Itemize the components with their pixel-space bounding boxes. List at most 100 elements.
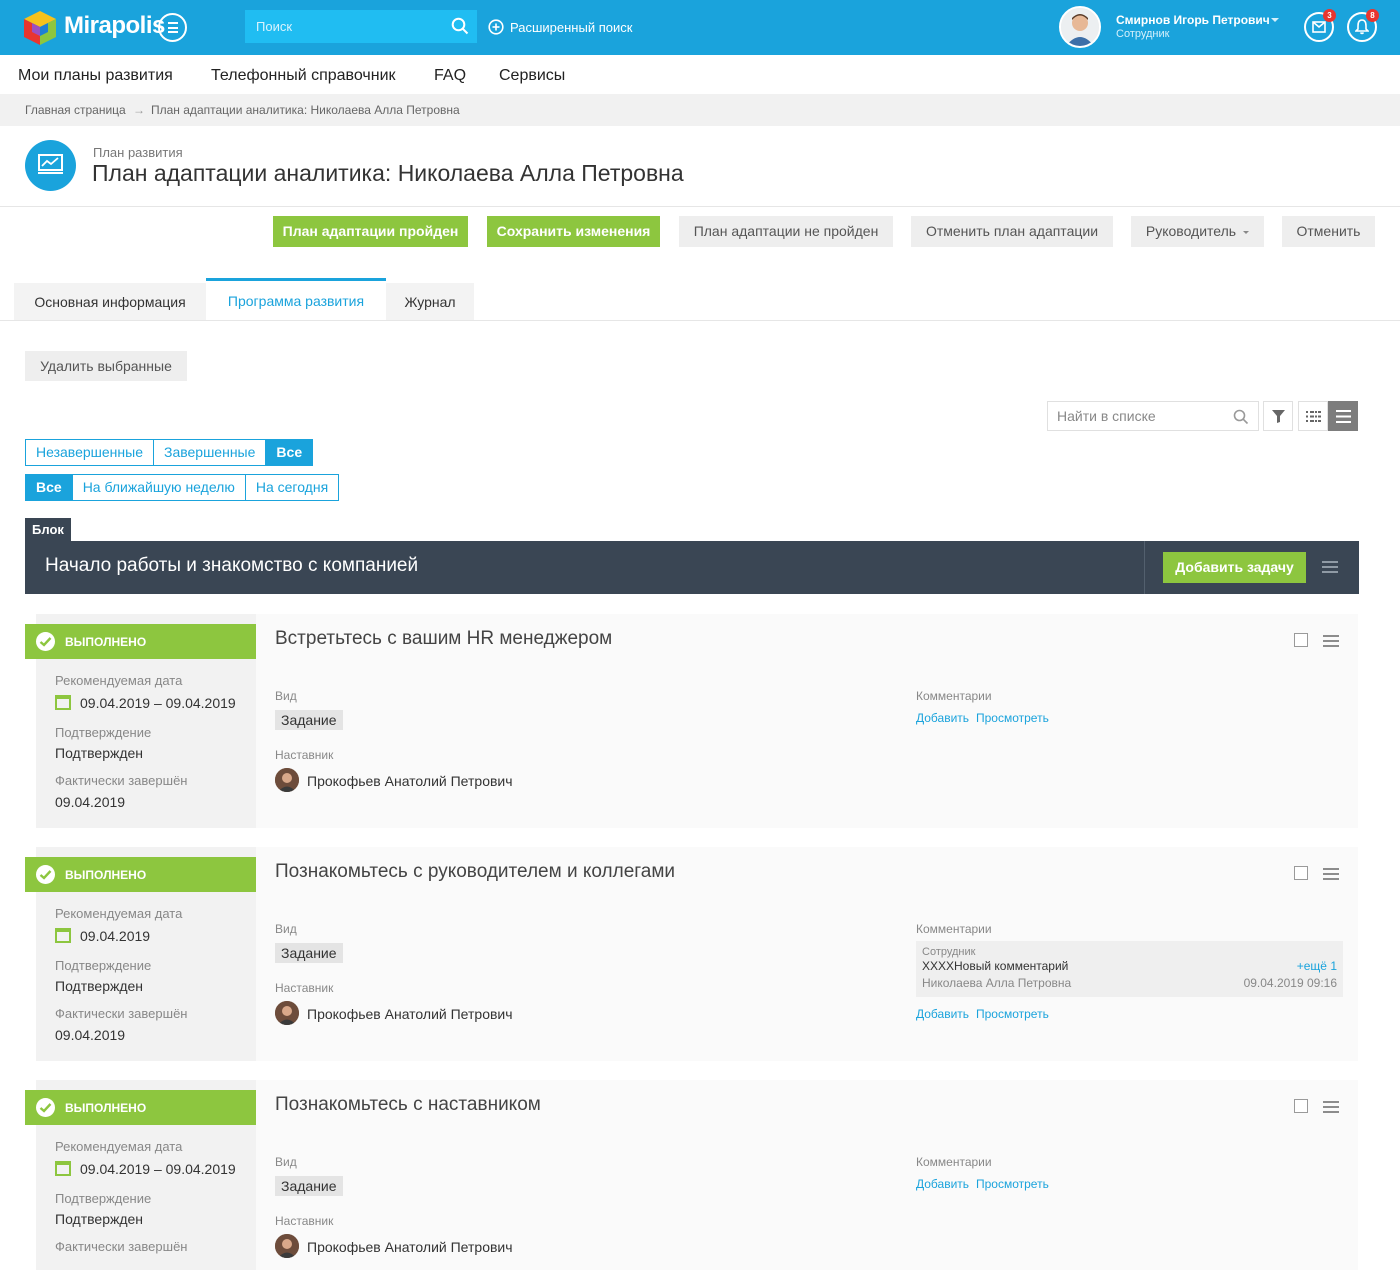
user-avatar[interactable] xyxy=(1059,6,1101,48)
kind-label: Вид xyxy=(275,689,297,703)
kind-tag: Задание xyxy=(275,943,343,963)
actual-finish-value: 09.04.2019 xyxy=(55,1027,126,1043)
kind-label: Вид xyxy=(275,1155,297,1169)
search-icon[interactable] xyxy=(451,17,469,35)
mentor-label: Наставник xyxy=(275,1214,334,1228)
list-search-input[interactable] xyxy=(1048,402,1228,430)
comments-label: Комментарии xyxy=(916,922,992,936)
more-comments-link[interactable]: +ещё 1 xyxy=(1297,959,1337,973)
comments-label: Комментарии xyxy=(916,689,992,703)
status-badge: ВЫПОЛНЕНО xyxy=(25,857,256,892)
check-icon xyxy=(36,1098,55,1117)
task-checkbox[interactable] xyxy=(1294,633,1308,647)
view-comments-link[interactable]: Просмотреть xyxy=(976,1007,1049,1021)
task-menu-icon[interactable] xyxy=(1323,868,1339,880)
logo-text[interactable]: Mirapolis xyxy=(64,12,165,40)
tab-development-program[interactable]: Программа развития xyxy=(206,278,386,321)
delete-selected-button[interactable]: Удалить выбранные xyxy=(25,351,187,381)
actual-finish-label: Фактически завершён xyxy=(55,1006,188,1021)
save-changes-button[interactable]: Сохранить изменения xyxy=(487,216,660,247)
actual-finish-label: Фактически завершён xyxy=(55,1239,188,1254)
confirmation-value: Подтвержден xyxy=(55,745,144,761)
caret-down-icon xyxy=(1243,230,1250,234)
list-details-icon xyxy=(1306,411,1321,422)
filter-all-status[interactable]: Все xyxy=(266,440,313,465)
list-view-button[interactable] xyxy=(1328,401,1358,431)
manager-dropdown-button[interactable]: Руководитель xyxy=(1131,216,1264,247)
nav-item-faq[interactable]: FAQ xyxy=(434,67,466,85)
plan-not-passed-button[interactable]: План адаптации не пройден xyxy=(679,216,893,247)
global-search-input[interactable] xyxy=(245,10,445,43)
bell-icon xyxy=(1355,19,1369,35)
user-name[interactable]: Смирнов Игорь Петрович xyxy=(1116,13,1270,27)
comment-author: Николаева Алла Петровна xyxy=(922,976,1072,990)
main-menu-button[interactable] xyxy=(158,13,187,42)
nav-item-services[interactable]: Сервисы xyxy=(499,67,565,85)
messages-badge: 3 xyxy=(1323,9,1336,22)
page-title: План адаптации аналитика: Николаева Алла… xyxy=(92,160,684,186)
filter-next-week[interactable]: На ближайшую неделю xyxy=(72,475,246,500)
block-header: Начало работы и знакомство с компанией Д… xyxy=(25,541,1359,594)
task-card: ВЫПОЛНЕНО Рекомендуемая дата 09.04.2019 … xyxy=(25,614,1358,828)
block-title: Начало работы и знакомство с компанией xyxy=(45,555,419,576)
add-comment-link[interactable]: Добавить xyxy=(916,1177,969,1191)
header-divider xyxy=(0,206,1400,207)
nav-item-phone-book[interactable]: Телефонный справочник xyxy=(211,67,396,85)
breadcrumb: Главная страница → План адаптации аналит… xyxy=(0,94,1400,126)
plan-passed-button[interactable]: План адаптации пройден xyxy=(273,216,468,247)
nav-item-my-plans[interactable]: Мои планы развития xyxy=(18,67,173,85)
messages-button[interactable]: 3 xyxy=(1304,9,1336,42)
user-role: Сотрудник xyxy=(1116,28,1170,40)
mirapolis-logo-icon[interactable] xyxy=(22,9,58,47)
tile-view-button[interactable] xyxy=(1298,401,1328,431)
filter-all-period[interactable]: Все xyxy=(26,475,73,500)
recommended-date-label: Рекомендуемая дата xyxy=(55,1139,183,1154)
task-checkbox[interactable] xyxy=(1294,1099,1308,1113)
chevron-down-icon[interactable] xyxy=(1271,18,1279,22)
advanced-search-link[interactable]: Расширенный поиск xyxy=(488,17,632,37)
period-filter: Все На ближайшую неделю На сегодня xyxy=(25,474,340,501)
mentor-label: Наставник xyxy=(275,981,334,995)
comment-datetime: 09.04.2019 09:16 xyxy=(1243,976,1337,990)
page-subtitle: План развития xyxy=(93,145,183,160)
status-badge: ВЫПОЛНЕНО xyxy=(25,624,256,659)
global-search xyxy=(245,10,477,43)
view-comments-link[interactable]: Просмотреть xyxy=(976,711,1049,725)
task-title[interactable]: Встретьтесь с вашим HR менеджером xyxy=(275,628,612,650)
add-task-button[interactable]: Добавить задачу xyxy=(1163,552,1306,583)
actual-finish-label: Фактически завершён xyxy=(55,773,188,788)
task-menu-icon[interactable] xyxy=(1323,635,1339,647)
mentor-name: Прокофьев Анатолий Петрович xyxy=(307,773,513,789)
add-comment-link[interactable]: Добавить xyxy=(916,711,969,725)
recommended-date-label: Рекомендуемая дата xyxy=(55,673,183,688)
confirmation-label: Подтверждение xyxy=(55,1191,152,1206)
breadcrumb-separator: → xyxy=(133,103,145,117)
tab-main-info[interactable]: Основная информация xyxy=(14,283,206,321)
actual-finish-value: 09.04.2019 xyxy=(55,794,126,810)
task-title[interactable]: Познакомьтесь с руководителем и коллегам… xyxy=(275,861,675,883)
list-search xyxy=(1047,401,1259,431)
recommended-date-value: 09.04.2019 – 09.04.2019 xyxy=(80,1161,236,1177)
view-comments-link[interactable]: Просмотреть xyxy=(976,1177,1049,1191)
manager-dropdown-label: Руководитель xyxy=(1145,223,1237,239)
filter-complete[interactable]: Завершенные xyxy=(153,440,267,465)
task-menu-icon[interactable] xyxy=(1323,1101,1339,1113)
cancel-plan-button[interactable]: Отменить план адаптации xyxy=(911,216,1113,247)
add-comment-link[interactable]: Добавить xyxy=(916,1007,969,1021)
filter-today[interactable]: На сегодня xyxy=(245,475,339,500)
recommended-date-label: Рекомендуемая дата xyxy=(55,906,183,921)
filter-button[interactable] xyxy=(1263,401,1293,431)
tab-journal[interactable]: Журнал xyxy=(386,283,474,321)
list-icon xyxy=(1336,410,1351,423)
notifications-button[interactable]: 8 xyxy=(1347,9,1379,42)
filter-incomplete[interactable]: Незавершенные xyxy=(26,440,154,465)
task-checkbox[interactable] xyxy=(1294,866,1308,880)
tabs-divider xyxy=(0,320,1400,321)
breadcrumb-home[interactable]: Главная страница xyxy=(25,103,126,117)
cancel-button[interactable]: Отменить xyxy=(1282,216,1375,247)
search-icon[interactable] xyxy=(1233,409,1249,425)
recommended-date-value: 09.04.2019 xyxy=(80,928,151,944)
breadcrumb-current: План адаптации аналитика: Николаева Алла… xyxy=(151,103,460,117)
block-menu-icon[interactable] xyxy=(1322,561,1338,573)
task-title[interactable]: Познакомьтесь с наставником xyxy=(275,1094,541,1116)
